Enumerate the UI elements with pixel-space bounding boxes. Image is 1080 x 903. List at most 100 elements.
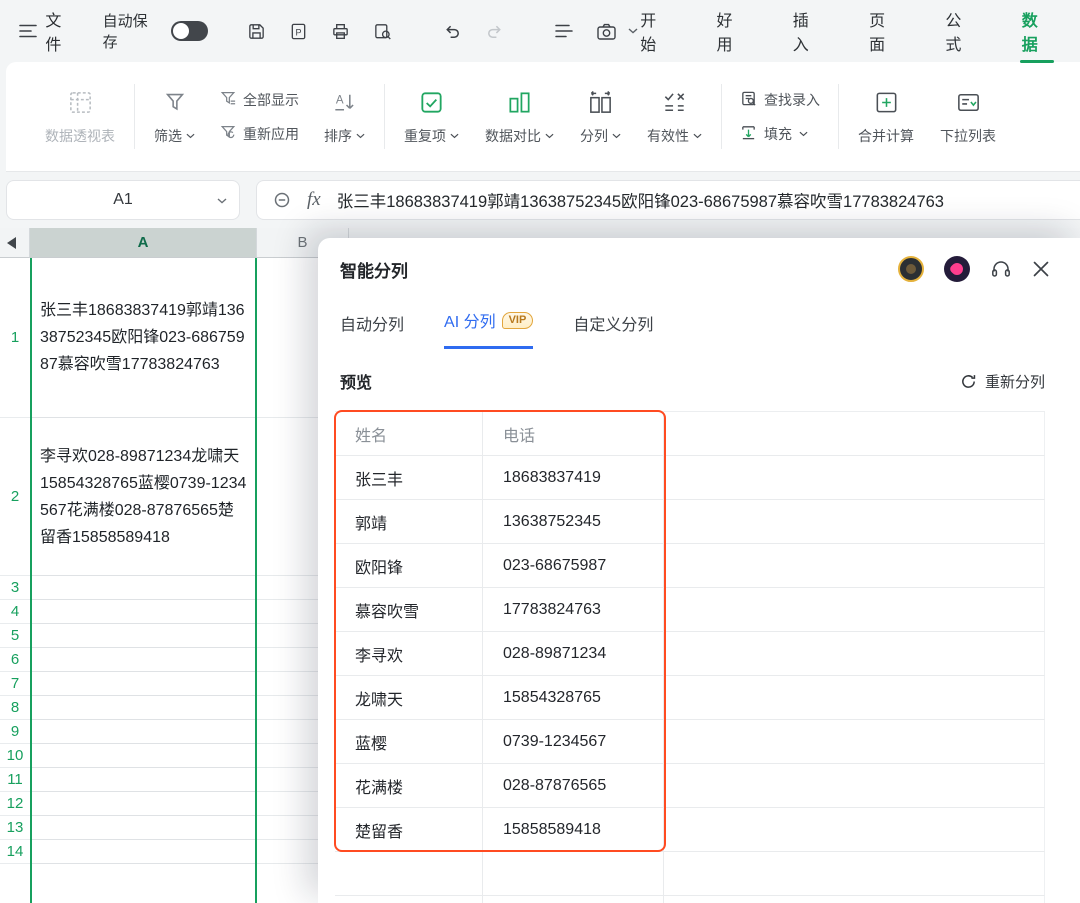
chevron-down-icon (799, 131, 808, 136)
row-header-5[interactable]: 5 (0, 624, 30, 648)
redo-icon[interactable] (480, 17, 508, 45)
row-header-2[interactable]: 2 (0, 418, 30, 576)
data-validation-button[interactable]: 有效性 (634, 70, 715, 163)
cell-a4[interactable] (32, 600, 255, 624)
cell-a1[interactable]: 张三丰18683837419郭靖13638752345欧阳锋023-686759… (32, 258, 255, 418)
resplit-button[interactable]: 重新分列 (960, 371, 1045, 392)
titlebar: 文件 自动保存 P 开始 好用 插入 页面 公式 数据 (0, 0, 1080, 63)
screenshot-button[interactable] (592, 17, 638, 45)
formula-input[interactable]: fx 张三丰18683837419郭靖13638752345欧阳锋023-686… (256, 180, 1080, 220)
sort-button[interactable]: A 排序 (311, 70, 378, 163)
tab-page[interactable]: 页面 (867, 1, 901, 61)
save-icon[interactable] (242, 17, 270, 45)
show-all-label: 全部显示 (243, 91, 299, 108)
tab-data[interactable]: 数据 (1019, 1, 1055, 63)
chevron-down-icon[interactable] (217, 198, 227, 204)
row-header-6[interactable]: 6 (0, 648, 30, 672)
row-header-11[interactable]: 11 (0, 768, 30, 792)
row-header-4[interactable]: 4 (0, 600, 30, 624)
cell-a13[interactable] (32, 816, 255, 840)
cell-a5[interactable] (32, 624, 255, 648)
preview-cell: 18683837419 (483, 456, 664, 500)
cell-a14[interactable] (32, 840, 255, 864)
preview-cell: 张三丰 (335, 456, 483, 500)
tab-ai-split[interactable]: AI 分列 VIP (444, 308, 534, 349)
preview-cell-empty (664, 676, 1045, 720)
preview-cell-empty (664, 544, 1045, 588)
vip-badge: VIP (501, 311, 534, 329)
cell-a3[interactable] (32, 576, 255, 600)
remove-duplicates-button[interactable]: 重复项 (391, 70, 472, 163)
cell-a11[interactable] (32, 768, 255, 792)
tab-custom-split[interactable]: 自定义分列 (573, 311, 653, 349)
svg-text:A: A (336, 94, 344, 106)
autosave-toggle[interactable] (171, 21, 209, 41)
fill-label: 填充 (764, 125, 792, 142)
data-compare-button[interactable]: 数据对比 (472, 70, 567, 163)
preview-cell: 13638752345 (483, 500, 664, 544)
column-a-selected: 张三丰18683837419郭靖13638752345欧阳锋023-686759… (30, 258, 257, 903)
row-header-10[interactable]: 10 (0, 744, 30, 768)
tab-useful[interactable]: 好用 (715, 1, 749, 61)
tab-auto-split[interactable]: 自动分列 (340, 311, 404, 349)
consolidate-icon (873, 87, 900, 117)
file-menu[interactable]: 文件 (45, 7, 76, 55)
customize-toolbar-icon[interactable] (550, 17, 578, 45)
cell-reference: A1 (113, 191, 133, 208)
preview-cell-empty (664, 720, 1045, 764)
row-header-3[interactable]: 3 (0, 576, 30, 600)
cell-a7[interactable] (32, 672, 255, 696)
tab-insert[interactable]: 插入 (791, 1, 825, 61)
row-header-9[interactable]: 9 (0, 720, 30, 744)
row-header-13[interactable]: 13 (0, 816, 30, 840)
preview-cell-empty (664, 764, 1045, 808)
column-header-a[interactable]: A (30, 228, 257, 258)
print-preview-icon[interactable] (368, 17, 396, 45)
select-all-corner[interactable] (0, 228, 30, 258)
cell-a2[interactable]: 李寻欢028-89871234龙啸天15854328765蓝樱0739-1234… (32, 418, 255, 576)
undo-icon[interactable] (438, 17, 466, 45)
export-pdf-icon[interactable]: P (284, 17, 312, 45)
close-icon[interactable] (1032, 260, 1050, 278)
row-header-7[interactable]: 7 (0, 672, 30, 696)
hamburger-menu-icon[interactable] (14, 17, 41, 45)
row-header-14[interactable]: 14 (0, 840, 30, 864)
name-box[interactable]: A1 (6, 180, 240, 220)
row-header-8[interactable]: 8 (0, 696, 30, 720)
camera-icon (592, 17, 620, 45)
row-header-12[interactable]: 12 (0, 792, 30, 816)
reapply-button[interactable]: 重新应用 (220, 124, 299, 144)
preview-cell: 李寻欢 (335, 632, 483, 676)
find-entry-icon (740, 90, 757, 110)
filter-button[interactable]: 筛选 (141, 70, 208, 163)
preview-cell: 龙啸天 (335, 676, 483, 720)
preview-cell-empty (664, 456, 1045, 500)
cell-a9[interactable] (32, 720, 255, 744)
user-avatar[interactable] (898, 256, 924, 282)
autosave-label: 自动保存 (102, 13, 148, 51)
show-all-button[interactable]: 全部显示 (220, 90, 299, 110)
find-entry-button[interactable]: 查找录入 (740, 90, 820, 110)
smart-split-dialog: 智能分列 自动分列 AI 分列 VIP 自定义分列 预览 重新分列 姓名 电话 … (318, 238, 1080, 903)
fill-button[interactable]: 填充 (740, 124, 820, 144)
fx-icon[interactable]: fx (307, 189, 321, 211)
preview-cell: 028-87876565 (483, 764, 664, 808)
tab-home[interactable]: 开始 (638, 1, 672, 61)
tab-formula[interactable]: 公式 (943, 1, 977, 61)
pivot-table-button[interactable]: 数据透视表 (32, 70, 128, 163)
cell-a8[interactable] (32, 696, 255, 720)
reapply-label: 重新应用 (243, 125, 299, 142)
consolidate-button[interactable]: 合并计算 (845, 70, 927, 163)
row-header-1[interactable]: 1 (0, 258, 30, 418)
text-to-columns-button[interactable]: 分列 (567, 70, 634, 163)
dropdown-list-button[interactable]: 下拉列表 (927, 70, 1009, 163)
cell-a6[interactable] (32, 648, 255, 672)
cell-a10[interactable] (32, 744, 255, 768)
preview-cell-empty (664, 852, 1045, 896)
formula-value: 张三丰18683837419郭靖13638752345欧阳锋023-686759… (336, 193, 944, 211)
headset-support-icon[interactable] (990, 258, 1012, 280)
search-icon[interactable] (273, 191, 291, 209)
print-icon[interactable] (326, 17, 354, 45)
cell-a12[interactable] (32, 792, 255, 816)
wps-ai-avatar[interactable] (944, 256, 970, 282)
